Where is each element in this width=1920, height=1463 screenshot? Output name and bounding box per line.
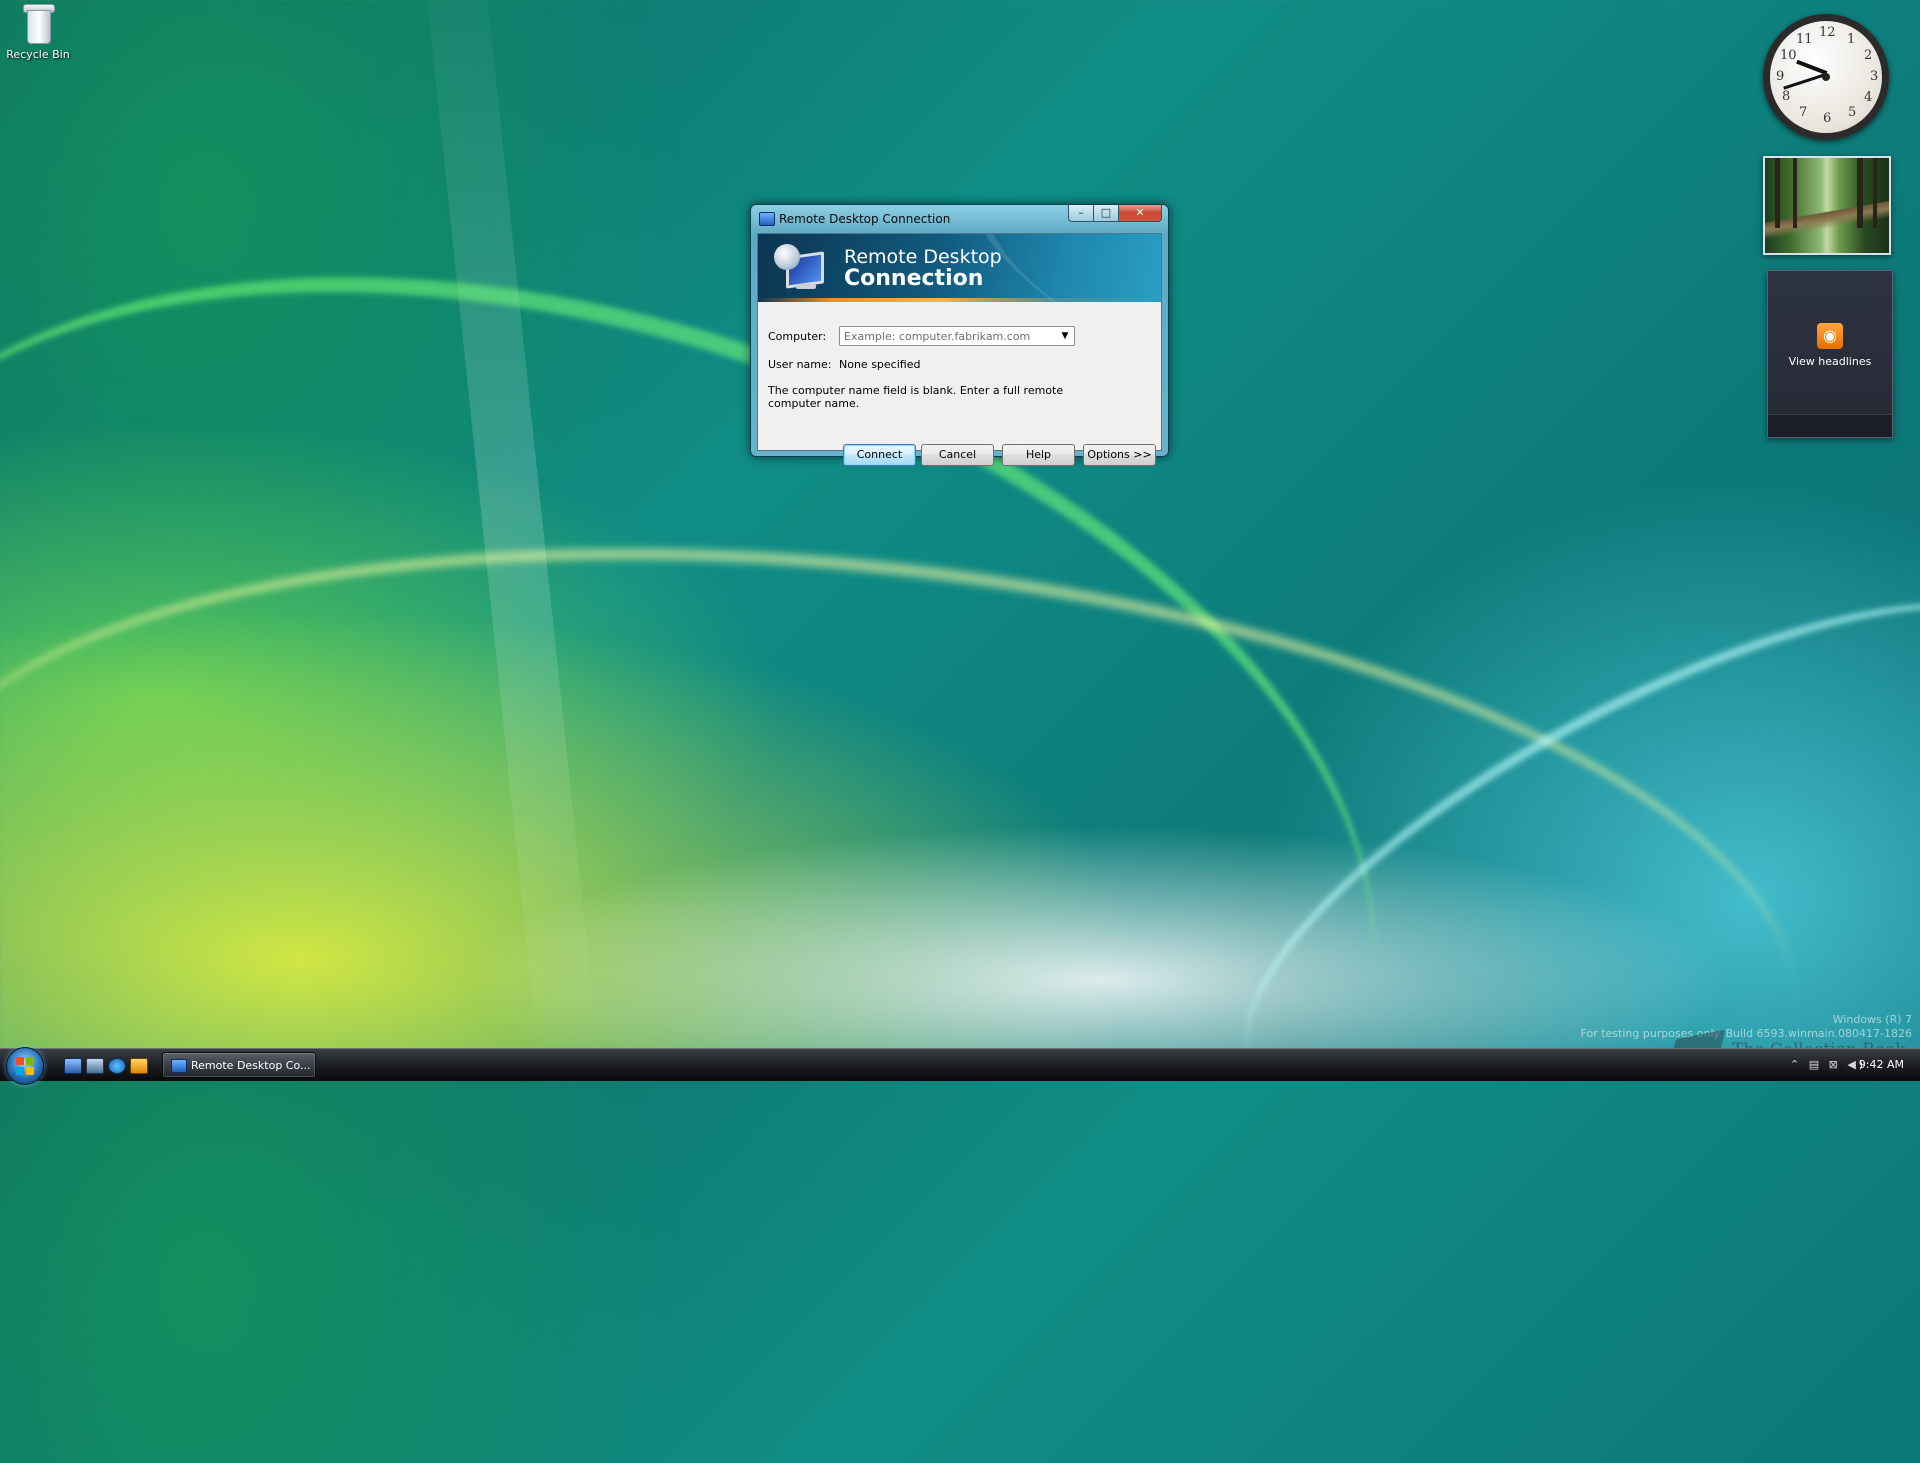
- remote-desktop-logo-icon: [772, 242, 824, 294]
- taskbar-item-remote-desktop[interactable]: Remote Desktop Co...: [162, 1052, 316, 1078]
- dialog-titlebar[interactable]: Remote Desktop Connection – □ ✕: [751, 205, 1168, 231]
- close-button[interactable]: ✕: [1119, 205, 1162, 222]
- tray-clock[interactable]: 9:42 AM: [1859, 1058, 1904, 1071]
- clock-center: [1822, 73, 1830, 81]
- build-watermark: Windows (R) 7 For testing purposes only.…: [1581, 1013, 1912, 1041]
- clock-number-8: 8: [1782, 89, 1791, 104]
- clock-number-7: 7: [1799, 105, 1808, 120]
- taskbar-item-label: Remote Desktop Co...: [191, 1059, 311, 1072]
- remote-desktop-app-icon: [759, 212, 775, 226]
- maximize-button[interactable]: □: [1094, 205, 1119, 222]
- feed-gadget-footer: [1768, 414, 1892, 437]
- clock-number-3: 3: [1870, 69, 1879, 84]
- clock-number-10: 10: [1780, 48, 1797, 63]
- remote-desktop-dialog: Remote Desktop Connection – □ ✕ Remote D…: [750, 204, 1169, 466]
- banner-title-line2: Connection: [844, 266, 984, 291]
- watermark-line1: Windows (R) 7: [1832, 1013, 1912, 1026]
- clock-gadget[interactable]: 12 1 2 3 4 5 6 7 8 9 10 11: [1763, 14, 1889, 140]
- desktop-icon-label: Recycle Bin: [6, 48, 70, 61]
- system-tray: ⌃ ▤ ⊠ ◀) 9:42 AM: [1770, 1049, 1920, 1081]
- window-controls: – □ ✕: [1068, 205, 1162, 223]
- start-button[interactable]: [6, 1047, 44, 1085]
- feed-view-headlines-label: View headlines: [1788, 355, 1872, 368]
- computer-combobox[interactable]: ▼: [839, 326, 1075, 346]
- clock-number-12: 12: [1819, 25, 1836, 40]
- clock-number-6: 6: [1823, 111, 1832, 126]
- cancel-button[interactable]: Cancel: [921, 444, 994, 466]
- options-button[interactable]: Options >>: [1083, 444, 1156, 466]
- clock-number-4: 4: [1864, 90, 1873, 105]
- feed-headlines-gadget[interactable]: ◉ View headlines: [1767, 270, 1893, 438]
- clock-number-9: 9: [1776, 69, 1785, 84]
- status-message: The computer name field is blank. Enter …: [768, 384, 1064, 410]
- wallpaper-yellow-streak: [0, 462, 1833, 1370]
- clock-number-1: 1: [1847, 32, 1856, 47]
- help-button[interactable]: Help: [1002, 444, 1075, 466]
- dialog-title: Remote Desktop Connection: [779, 212, 951, 226]
- computer-input[interactable]: [840, 327, 1058, 345]
- watermark-line2: For testing purposes only. Build 6593.wi…: [1580, 1027, 1912, 1040]
- banner-title-line1: Remote Desktop: [844, 246, 1002, 268]
- clock-number-11: 11: [1796, 32, 1813, 47]
- recycle-bin-icon: [23, 2, 55, 44]
- desktop-icon-recycle-bin[interactable]: Recycle Bin: [6, 2, 70, 61]
- clock-number-2: 2: [1864, 48, 1873, 63]
- wallpaper-light-streak: [417, 0, 603, 1100]
- connect-button[interactable]: Connect: [843, 444, 916, 466]
- clock-minute-hand: [1783, 73, 1826, 90]
- rss-icon: ◉: [1817, 323, 1843, 349]
- wallpaper-cyan-streak: [1179, 506, 1920, 1204]
- remote-desktop-app-icon: [171, 1059, 187, 1073]
- show-desktop-icon[interactable]: [64, 1058, 82, 1074]
- chevron-down-icon[interactable]: ▼: [1058, 329, 1072, 343]
- tray-icons[interactable]: ⌃ ▤ ⊠ ◀): [1790, 1058, 1866, 1071]
- clock-number-5: 5: [1848, 105, 1857, 120]
- slideshow-gadget[interactable]: [1763, 156, 1891, 255]
- minimize-button[interactable]: –: [1068, 205, 1094, 222]
- dialog-client-area: Remote Desktop Connection Computer: ▼ Us…: [757, 233, 1162, 466]
- internet-explorer-icon[interactable]: [108, 1058, 126, 1074]
- media-player-icon[interactable]: [130, 1058, 148, 1074]
- taskbar: Remote Desktop Co... ⌃ ▤ ⊠ ◀) 9:42 AM: [0, 1047, 1920, 1085]
- windows-flag-icon: [16, 1057, 34, 1075]
- banner-accent-stripe: [758, 298, 1161, 302]
- switch-windows-icon[interactable]: [86, 1058, 104, 1074]
- computer-label: Computer:: [768, 330, 827, 343]
- username-label: User name:: [768, 358, 832, 371]
- dialog-banner: Remote Desktop Connection: [758, 234, 1161, 302]
- username-value: None specified: [839, 358, 921, 371]
